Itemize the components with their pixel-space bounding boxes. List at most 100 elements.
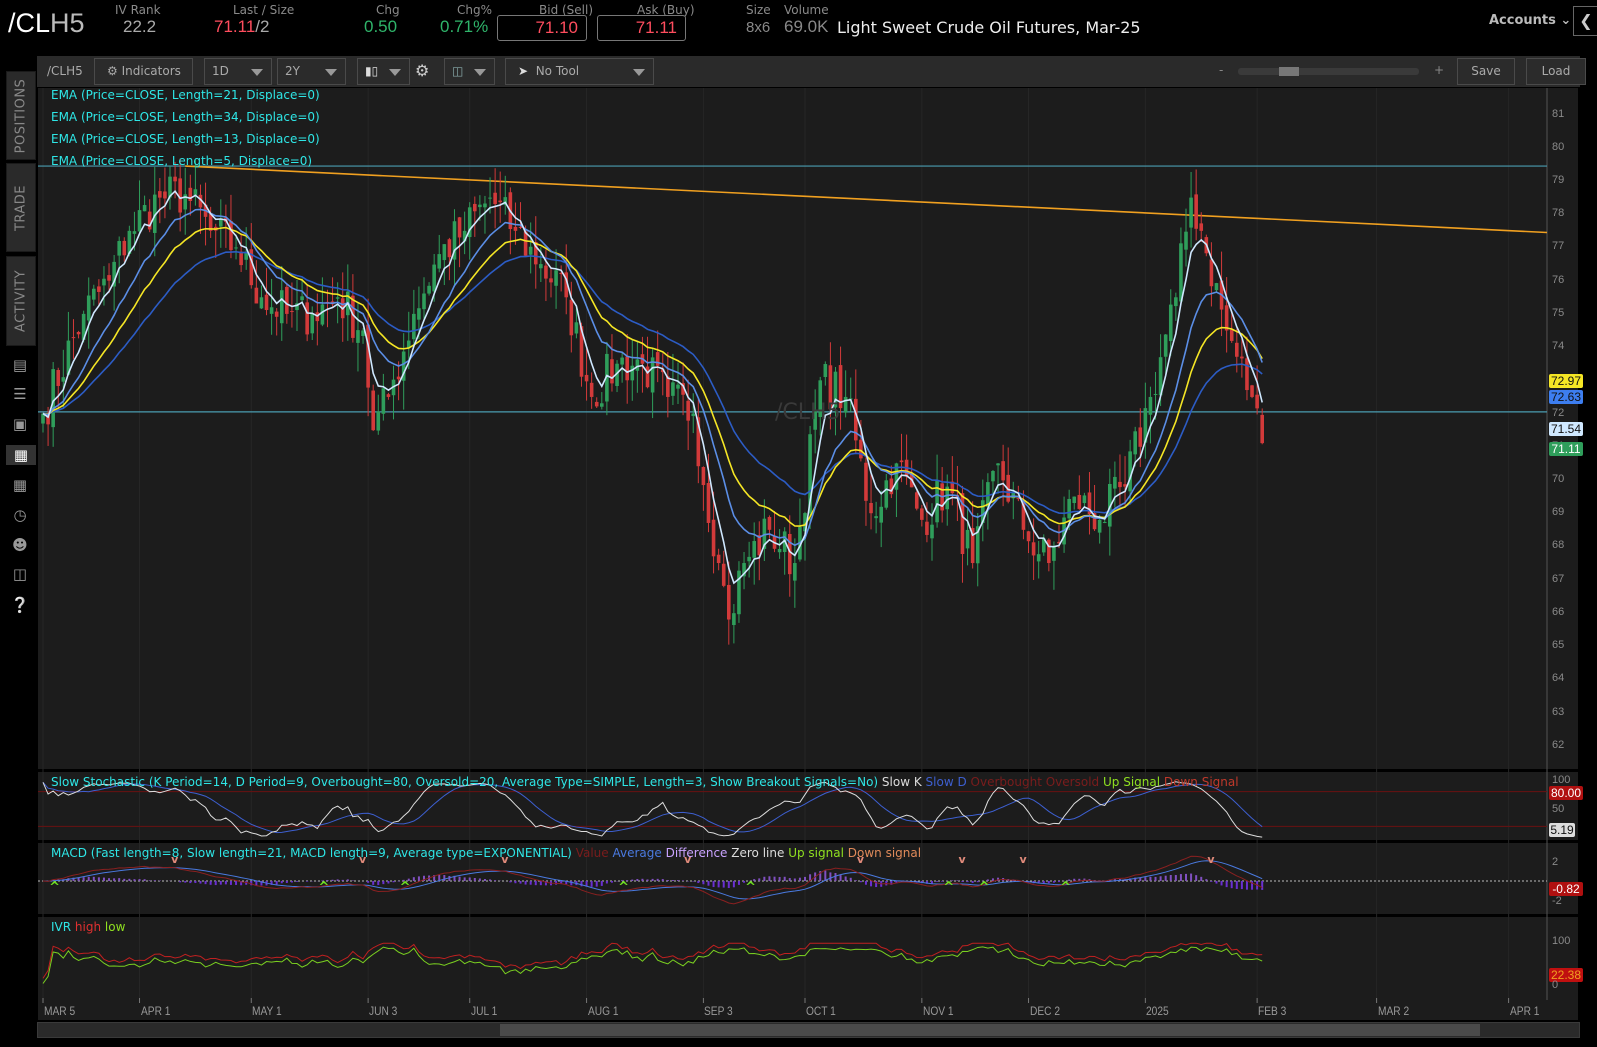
candle-body	[1250, 385, 1254, 397]
candle-body	[86, 295, 91, 321]
y-tick-label: 68	[1552, 539, 1565, 552]
candle-body	[1077, 494, 1082, 509]
candle-body	[823, 364, 828, 378]
price-badge: 72.63	[1549, 389, 1583, 404]
legend-high: high	[74, 920, 102, 934]
candle-body	[711, 519, 716, 557]
y-tick-label: 63	[1552, 705, 1565, 718]
candle-body	[102, 278, 106, 286]
study-label-ema34[interactable]: EMA (Price=CLOSE, Length=34, Displace=0)	[51, 110, 320, 124]
candle-body	[752, 541, 756, 558]
candle-body	[706, 483, 711, 523]
candle-body	[666, 376, 670, 397]
ivr-name: IVR	[51, 920, 72, 934]
y-tick-label: 76	[1552, 273, 1565, 286]
candle-body	[513, 226, 518, 231]
candle-body	[417, 308, 421, 320]
candle-body	[1138, 427, 1143, 447]
x-tick-label: NOV 1	[922, 1004, 954, 1018]
candle-body	[1235, 342, 1239, 357]
x-tick-label: FEB 3	[1258, 1004, 1287, 1018]
candle-body	[1255, 394, 1259, 409]
candle-body	[1224, 305, 1229, 331]
ivr-axis-100: 100	[1552, 935, 1571, 947]
candle-body	[259, 297, 264, 309]
study-label-ema5[interactable]: EMA (Price=CLOSE, Length=5, Displace=0)	[51, 154, 312, 168]
candle-body	[1168, 304, 1173, 342]
candle-body	[584, 374, 589, 382]
legend-overbought: Overbought	[970, 775, 1042, 789]
candle-body	[335, 297, 340, 299]
candle-body	[478, 204, 482, 208]
ivr-title[interactable]: IVR high low	[51, 920, 125, 934]
candle-body	[767, 516, 772, 530]
y-tick-label: 66	[1552, 605, 1565, 618]
candle-body	[76, 331, 81, 335]
x-tick-label: MAR 5	[44, 1004, 76, 1018]
candle-body	[97, 286, 101, 292]
candle-body	[991, 470, 995, 482]
candle-body	[51, 369, 55, 428]
candle-body	[889, 478, 894, 495]
candle-body	[381, 388, 386, 414]
candle-body	[56, 370, 61, 386]
legend-difference: Difference	[665, 846, 728, 860]
symbol-watermark: /CLH5	[775, 400, 841, 425]
candle-body	[793, 563, 797, 581]
candle-body	[625, 356, 629, 381]
macd-up-signal-arrow: ^	[618, 880, 629, 895]
y-tick-label: 67	[1552, 572, 1565, 585]
candle-body	[239, 251, 243, 266]
y-tick-label: 79	[1552, 174, 1565, 186]
candle-body	[620, 357, 624, 365]
candle-body	[655, 352, 660, 366]
candle-body	[61, 377, 66, 382]
candle-body	[107, 275, 111, 281]
stoch-overbought-badge: 80.00	[1549, 786, 1583, 800]
stoch-title[interactable]: Slow Stochastic (K Period=14, D Period=9…	[51, 775, 1239, 789]
y-tick-label: 78	[1552, 207, 1565, 220]
x-tick-label: APR 1	[140, 1004, 170, 1018]
x-tick-label: 2025	[1146, 1004, 1170, 1018]
y-tick-label: 77	[1552, 240, 1565, 253]
y-tick-label: 81	[1552, 107, 1565, 120]
macd-up-signal-arrow: ^	[979, 880, 990, 895]
candle-body	[864, 462, 868, 501]
y-tick-label: 64	[1552, 672, 1565, 685]
candle-body	[935, 480, 939, 523]
candle-body	[701, 467, 706, 486]
candle-body	[264, 294, 269, 311]
y-tick-label: 72	[1552, 406, 1565, 419]
candle-body	[1097, 519, 1102, 533]
stoch-k-badge: 5.19	[1549, 823, 1575, 837]
candle-body	[71, 337, 76, 339]
scrollbar-thumb[interactable]	[500, 1024, 1480, 1036]
candle-body	[1153, 393, 1158, 395]
candle-body	[483, 203, 487, 208]
candle-body	[920, 508, 924, 520]
candle-body	[630, 365, 635, 381]
ivr-axis-0: 0	[1552, 979, 1559, 991]
candle-body	[574, 322, 579, 334]
candle-body	[874, 516, 878, 519]
study-label-ema21[interactable]: EMA (Price=CLOSE, Length=21, Displace=0)	[51, 88, 320, 102]
candle-body	[1001, 461, 1005, 481]
macd-title[interactable]: MACD (Fast length=8, Slow length=21, MAC…	[51, 846, 921, 860]
legend-oversold: Oversold	[1045, 775, 1100, 789]
x-tick-label: MAY 1	[252, 1004, 282, 1018]
candle-body	[843, 396, 848, 413]
candle-body	[523, 231, 528, 256]
candle-body	[676, 384, 680, 389]
candle-body	[539, 264, 543, 269]
candle-body	[1036, 554, 1041, 562]
horizontal-scrollbar[interactable]	[37, 1022, 1580, 1038]
candle-body	[1118, 481, 1122, 488]
macd-up-signal-arrow: ^	[400, 880, 411, 895]
candle-body	[285, 286, 289, 314]
candle-body	[965, 529, 970, 549]
candle-body	[371, 390, 375, 431]
candle-body	[996, 463, 1000, 466]
macd-up-signal-arrow: ^	[318, 880, 329, 895]
study-label-ema13[interactable]: EMA (Price=CLOSE, Length=13, Displace=0)	[51, 132, 320, 146]
candle-body	[1102, 521, 1107, 523]
